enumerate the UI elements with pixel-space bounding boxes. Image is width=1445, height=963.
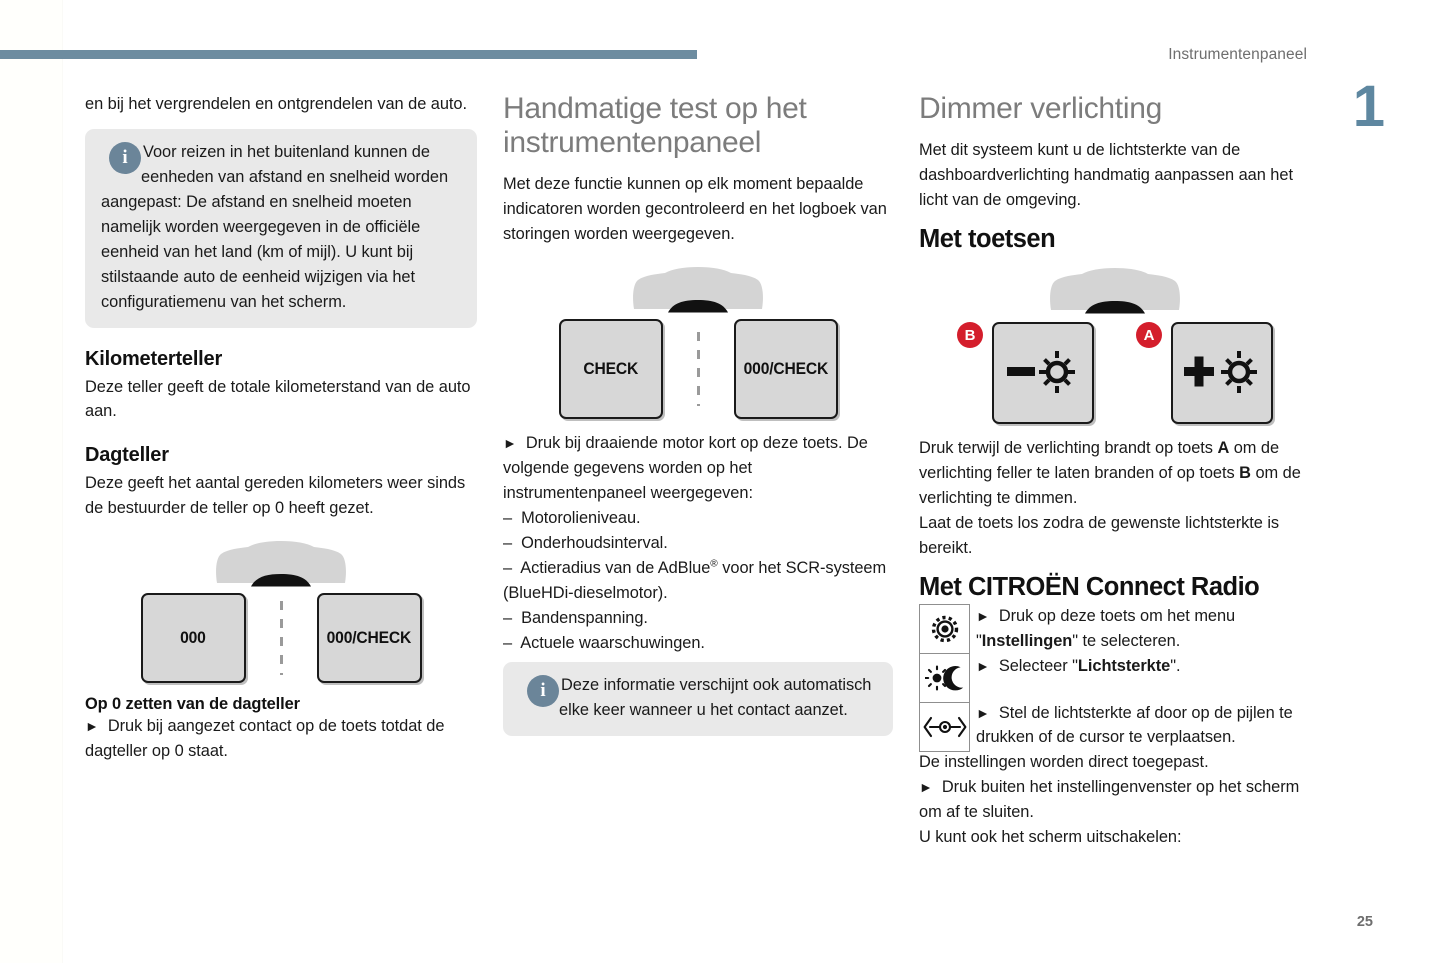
radio-brightness-cell[interactable]: [920, 653, 969, 703]
settings-gear-icon: [931, 615, 958, 642]
badge-b: B: [957, 322, 983, 348]
section-title: Instrumentenpaneel: [1168, 46, 1307, 63]
bullet-triangle-icon: ►: [976, 657, 990, 674]
steering-column-divider: [279, 601, 283, 676]
button-000-label: 000: [180, 628, 206, 648]
figure-dimmer: B A: [919, 268, 1311, 424]
paragraph-druk-bij-draaiende-motor: ► Druk bij draaiende motor kort op deze …: [503, 434, 868, 503]
radio-step-1: ► Druk op deze toets om het menu "Instel…: [976, 606, 1236, 650]
handmatige-test-button-row: CHECK 000/CHECK: [503, 319, 893, 420]
radio-settings-cell[interactable]: [920, 604, 969, 654]
sun-moon-brightness-icon: [924, 665, 963, 691]
radio-slider-cell[interactable]: [920, 702, 969, 751]
list-item-3: – Actieradius van de AdBlue® voor het SC…: [503, 558, 887, 602]
column-3: Dimmer verlichting Met dit systeem kunt …: [919, 92, 1311, 850]
button-check[interactable]: CHECK: [558, 319, 663, 420]
header-rule: [0, 50, 697, 59]
button-000-check[interactable]: 000/CHECK: [316, 593, 422, 684]
car-front-silhouette-icon: [216, 541, 346, 587]
dash-glyph: –: [503, 509, 513, 527]
paragraph-handmatige-test-intro: Met deze functie kunnen op elk moment be…: [503, 175, 887, 244]
info-callout-contact-text: Deze informatie verschijnt ook automatis…: [559, 675, 872, 719]
steering-column-divider: [696, 332, 700, 407]
col1-intro-paragraph: en bij het vergrendelen en ontgrendelen …: [85, 95, 467, 113]
registered-mark: ®: [710, 558, 718, 570]
column-1: en bij het vergrendelen en ontgrendelen …: [85, 92, 477, 764]
dash-glyph: –: [503, 533, 513, 552]
heading-op-0-zetten: Op 0 zetten van de dagteller: [85, 695, 300, 714]
dash-glyph: –: [503, 608, 513, 627]
radio-note-applied: De instellingen worden direct toegepast.: [919, 753, 1209, 772]
list-item-5: – Actuele waarschuwingen.: [503, 633, 705, 652]
car-front-silhouette-icon: [1050, 268, 1180, 314]
heading-kilometerteller: Kilometerteller: [85, 347, 223, 370]
list-item-4: – Bandenspanning.: [503, 608, 648, 627]
page-number: 25: [1356, 914, 1373, 930]
bullet-triangle-icon: ►: [85, 718, 99, 735]
heading-dagteller: Dagteller: [85, 444, 169, 467]
car-front-silhouette-icon: [633, 267, 763, 313]
paragraph-kilometerteller: Deze teller geeft de totale kilometersta…: [85, 377, 471, 421]
radio-steps-block: ► Druk op deze toets om het menu "Instel…: [919, 603, 1311, 850]
info-callout-units: i Voor reizen in het buitenland kunnen d…: [85, 128, 477, 328]
plus-brightness-icon: [1184, 351, 1257, 393]
figure-dagteller: 000 000/CHECK: [85, 541, 477, 684]
dash-glyph: –: [503, 633, 513, 652]
heading-met-toetsen: Met toetsen: [919, 225, 1056, 253]
column-2: Handmatige test op het instrumentenpanee…: [503, 92, 893, 736]
radio-tail-text: U kunt ook het scherm uitschakelen:: [919, 828, 1182, 847]
bullet-triangle-icon: ►: [976, 607, 990, 624]
heading-met-citroen-connect-radio: Met CITROËN Connect Radio: [919, 572, 1260, 601]
paragraph-dagteller: Deze geeft het aantal gereden kilometers…: [85, 474, 466, 518]
paragraph-dimmer-intro: Met dit systeem kunt u de lichtsterkte v…: [919, 141, 1293, 210]
dimmer-down-group: B: [957, 322, 1094, 424]
bullet-triangle-icon: ►: [503, 435, 517, 452]
dimmer-up-group: A: [1136, 322, 1273, 424]
paragraph-op-0-zetten: ► Druk bij aangezet contact op de toets …: [85, 717, 445, 761]
minus-brightness-icon: [1007, 351, 1075, 393]
slider-arrows-icon: [923, 716, 966, 737]
radio-step-4: ► Druk buiten het instellingenvenster op…: [919, 778, 1300, 822]
dimmer-up-button[interactable]: [1171, 322, 1273, 424]
figure-handmatige-test: CHECK 000/CHECK: [503, 267, 893, 420]
dagteller-button-row: 000 000/CHECK: [85, 593, 477, 684]
bullet-triangle-icon: ►: [976, 704, 990, 721]
radio-icon-stack: [919, 603, 970, 752]
chapter-number: 1: [1352, 74, 1385, 139]
dash-glyph: –: [503, 558, 513, 577]
button-000-check[interactable]: 000/CHECK: [733, 319, 838, 420]
info-callout-units-text: Voor reizen in het buitenland kunnen de …: [101, 142, 449, 311]
info-callout-contact: i Deze informatie verschijnt ook automat…: [503, 661, 893, 736]
radio-step-2: ► Selecteer "Lichtsterkte".: [976, 656, 1181, 675]
paragraph-dimmer-usage: Druk terwijl de verlichting brandt op to…: [919, 439, 1301, 507]
list-item-1: – Motorolieniveau.: [503, 509, 641, 527]
page-left-edge: [0, 0, 63, 963]
radio-step-3: ► Stel de lichtsterkte af door op de pij…: [976, 703, 1293, 747]
dimmer-button-row: B A: [919, 322, 1311, 424]
paragraph-dimmer-release: Laat de toets los zodra de gewenste lich…: [919, 513, 1280, 557]
badge-a: A: [1136, 322, 1162, 348]
button-000-check-label: 000/CHECK: [326, 628, 412, 648]
radio-steps-text: ► Druk op deze toets om het menu "Instel…: [919, 604, 1311, 751]
button-check-label: CHECK: [583, 359, 638, 379]
bullet-triangle-icon: ►: [919, 779, 933, 796]
heading-handmatige-test: Handmatige test op het instrumentenpanee…: [503, 92, 807, 160]
heading-dimmer-verlichting: Dimmer verlichting: [919, 92, 1162, 125]
list-item-2: – Onderhoudsinterval.: [503, 533, 668, 552]
button-000[interactable]: 000: [140, 593, 246, 684]
dimmer-down-button[interactable]: [992, 322, 1094, 424]
button-000-check-label: 000/CHECK: [743, 359, 828, 379]
